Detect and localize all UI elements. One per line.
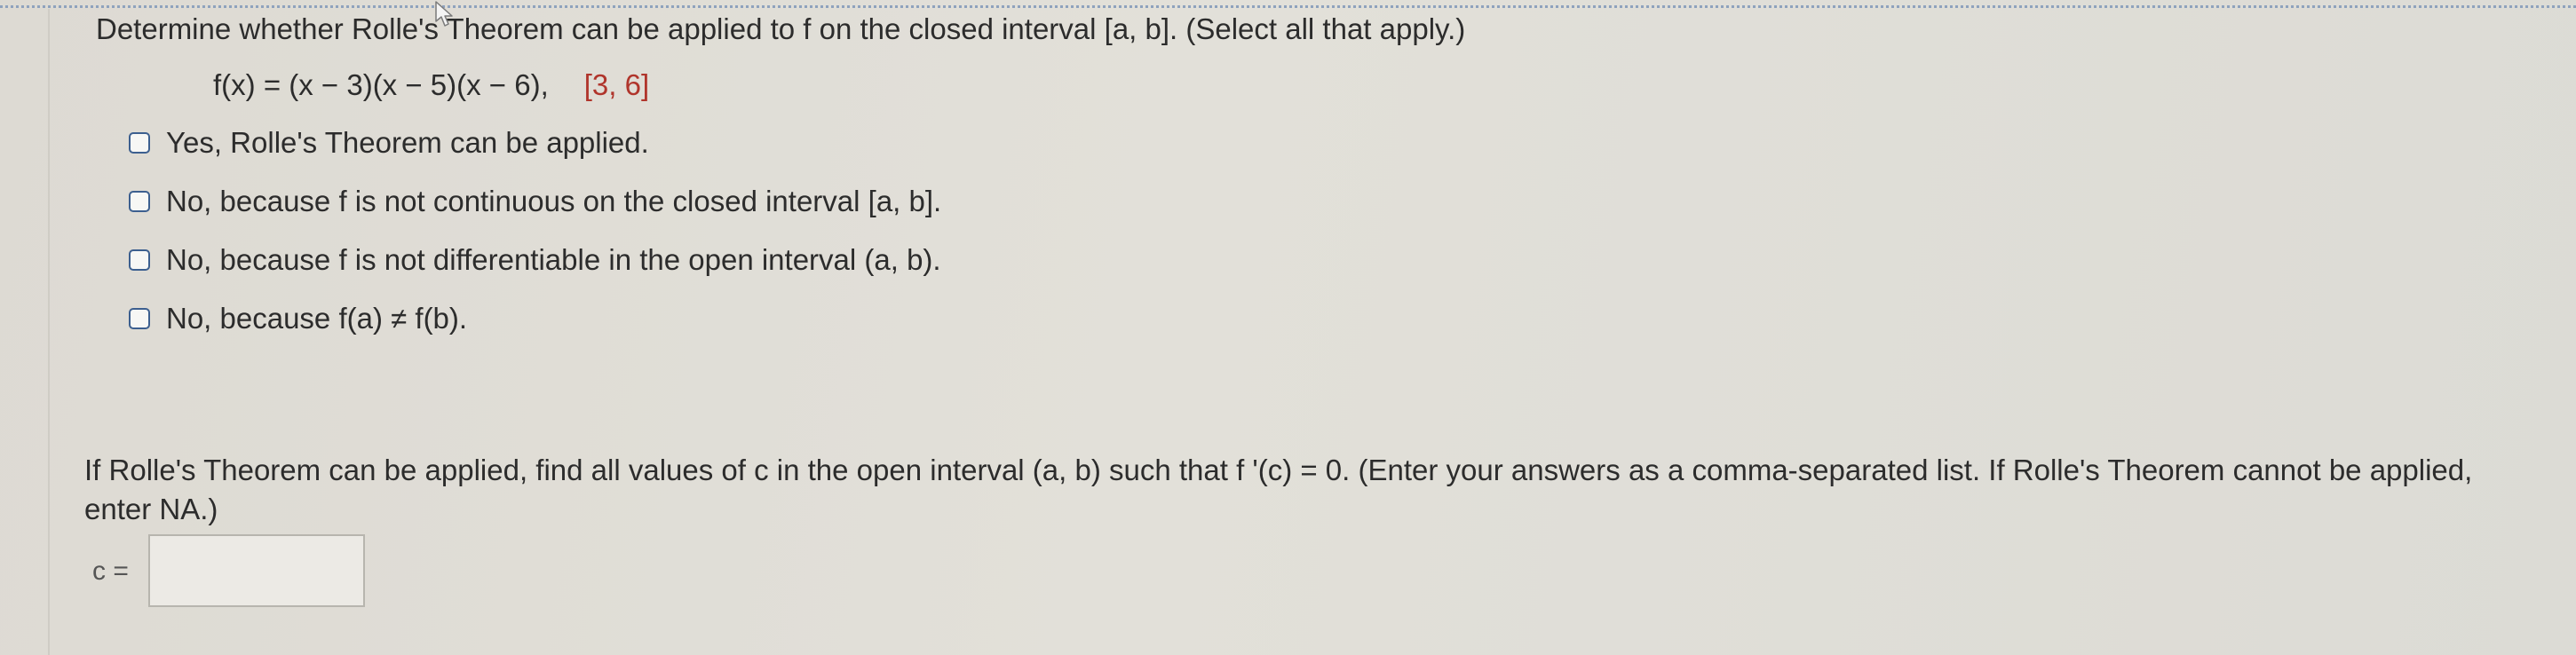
function-equation: f(x) = (x − 3)(x − 5)(x − 6), [3, 6] [213,68,649,102]
option-yes-applicable[interactable]: Yes, Rolle's Theorem can be applied. [129,125,649,161]
c-answer-input[interactable] [148,534,365,607]
answer-label: c = [92,556,129,586]
option-not-differentiable[interactable]: No, because f is not differentiable in t… [129,242,941,278]
question2-prompt: If Rolle's Theorem can be applied, find … [84,454,2473,525]
checkbox[interactable] [129,132,150,154]
top-dotted-border [0,5,2576,8]
option-label: No, because f is not differentiable in t… [166,243,941,276]
option-label: No, because f(a) ≠ f(b). [166,302,468,335]
mouse-pointer-icon [435,1,453,27]
function-expression: f(x) = (x − 3)(x − 5)(x − 6), [213,68,549,101]
question-instruction: Determine whether Rolle's Theorem can be… [96,12,1466,45]
interval-value: [3, 6] [583,68,650,101]
left-margin-rule [48,9,50,655]
option-label: Yes, Rolle's Theorem can be applied. [166,126,649,159]
checkbox[interactable] [129,249,150,271]
checkbox[interactable] [129,191,150,212]
option-endpoints-not-equal[interactable]: No, because f(a) ≠ f(b). [129,301,467,336]
option-not-continuous[interactable]: No, because f is not continuous on the c… [129,184,941,219]
option-label: No, because f is not continuous on the c… [166,185,942,217]
checkbox[interactable] [129,308,150,329]
